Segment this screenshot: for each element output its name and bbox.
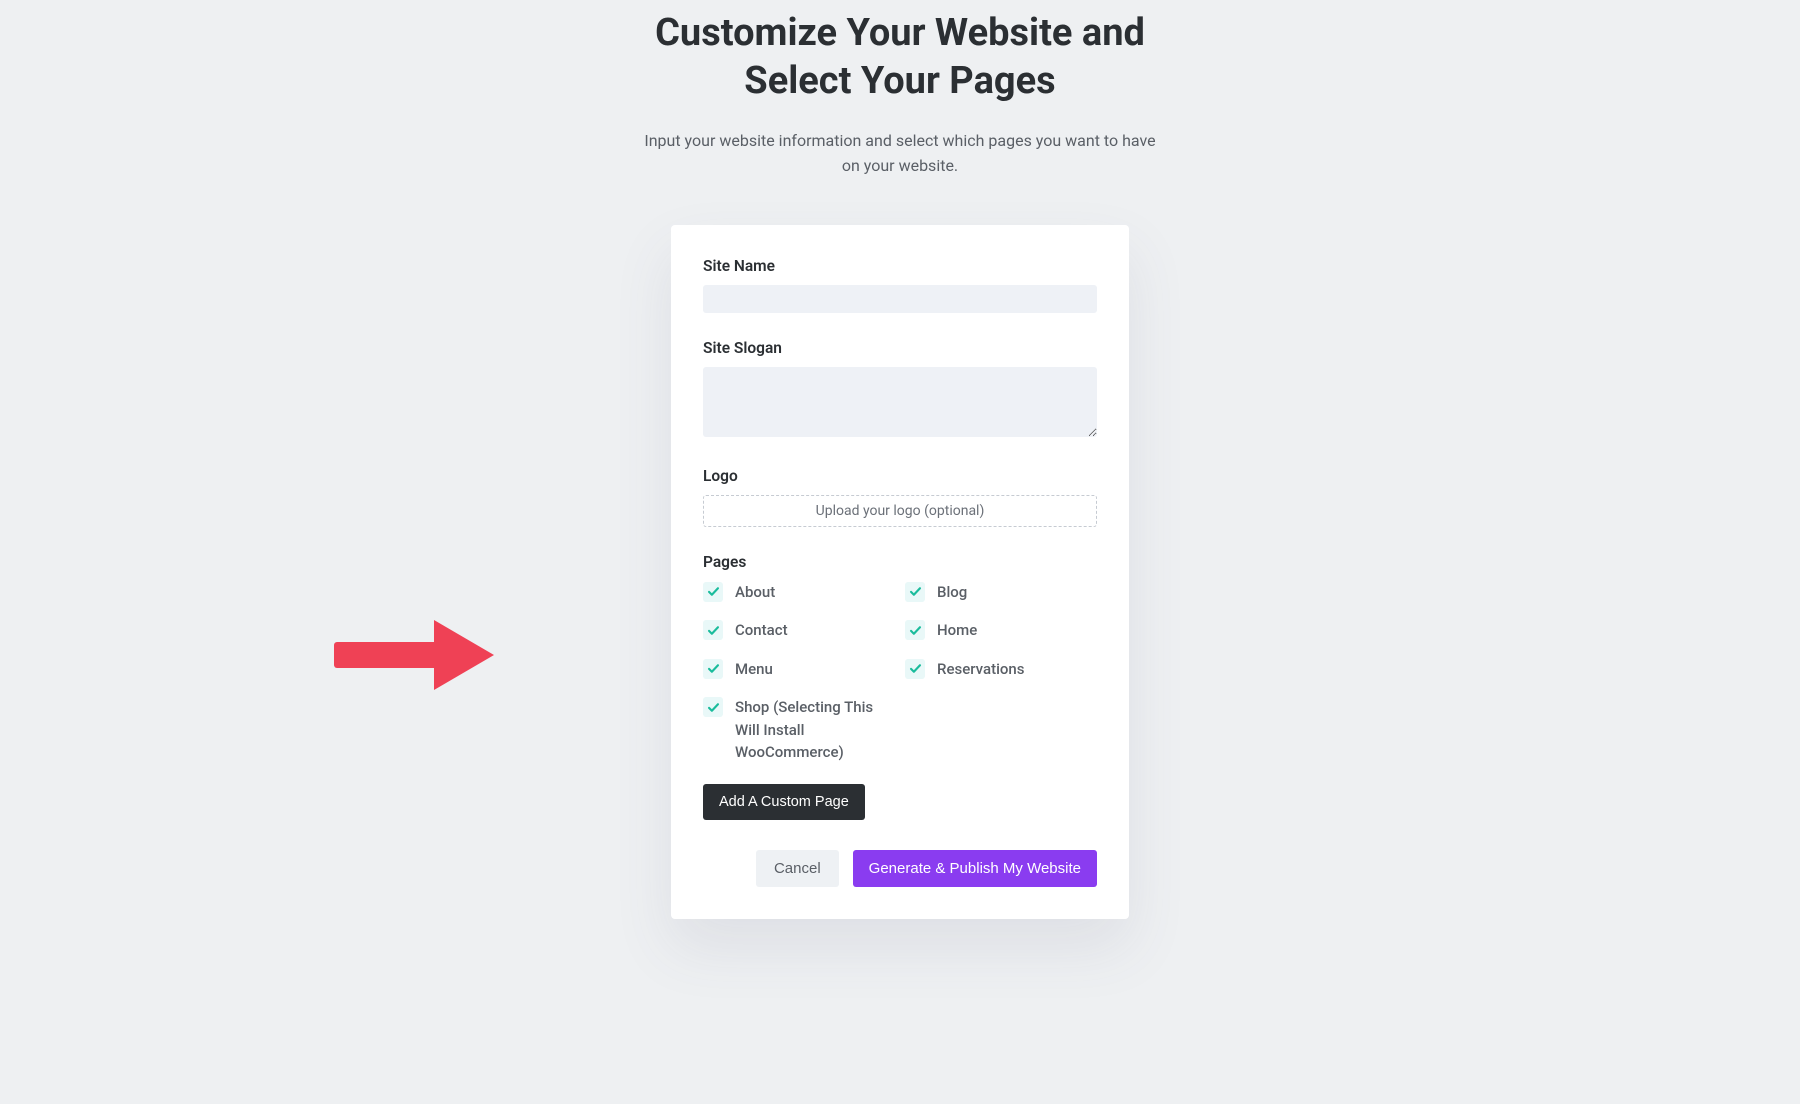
- form-card: Site Name Site Slogan Logo Upload your l…: [671, 225, 1129, 919]
- page-label-blog: Blog: [937, 581, 967, 604]
- page-title-line1: Customize Your Website and: [655, 11, 1145, 55]
- logo-upload-text: Upload your logo (optional): [816, 503, 985, 519]
- site-slogan-label: Site Slogan: [703, 339, 1097, 357]
- form-actions: Cancel Generate & Publish My Website: [703, 850, 1097, 887]
- check-icon: [909, 624, 922, 637]
- logo-field: Logo Upload your logo (optional): [703, 467, 1097, 527]
- check-icon: [707, 624, 720, 637]
- site-name-label: Site Name: [703, 257, 1097, 275]
- generate-publish-button[interactable]: Generate & Publish My Website: [853, 850, 1097, 887]
- page-item-home: Home: [905, 619, 1097, 642]
- site-name-input[interactable]: [703, 285, 1097, 313]
- logo-upload-box[interactable]: Upload your logo (optional): [703, 495, 1097, 527]
- check-icon: [909, 585, 922, 598]
- page-item-blog: Blog: [905, 581, 1097, 604]
- checkbox-contact[interactable]: [703, 620, 723, 640]
- page-label-contact: Contact: [735, 619, 788, 642]
- checkbox-menu[interactable]: [703, 659, 723, 679]
- pages-label: Pages: [703, 553, 1097, 571]
- cancel-button[interactable]: Cancel: [756, 850, 839, 887]
- check-icon: [707, 585, 720, 598]
- checkbox-shop[interactable]: [703, 697, 723, 717]
- add-custom-page-button[interactable]: Add A Custom Page: [703, 784, 865, 820]
- page-item-menu: Menu: [703, 658, 895, 681]
- checkbox-reservations[interactable]: [905, 659, 925, 679]
- page-item-about: About: [703, 581, 895, 604]
- check-icon: [909, 662, 922, 675]
- checkbox-home[interactable]: [905, 620, 925, 640]
- page-item-shop: Shop (Selecting This Will Install WooCom…: [703, 696, 895, 764]
- page-subtitle: Input your website information and selec…: [640, 129, 1160, 179]
- page-title-line2: Select Your Pages: [744, 59, 1055, 103]
- page-label-reservations: Reservations: [937, 658, 1024, 681]
- site-slogan-input[interactable]: [703, 367, 1097, 437]
- check-icon: [707, 701, 720, 714]
- site-name-field: Site Name: [703, 257, 1097, 313]
- page-item-reservations: Reservations: [905, 658, 1097, 681]
- page-item-contact: Contact: [703, 619, 895, 642]
- page-label-about: About: [735, 581, 775, 604]
- checkbox-blog[interactable]: [905, 582, 925, 602]
- page-label-menu: Menu: [735, 658, 773, 681]
- pages-field: Pages About Blog: [703, 553, 1097, 820]
- logo-label: Logo: [703, 467, 1097, 485]
- page-label-home: Home: [937, 619, 977, 642]
- check-icon: [707, 662, 720, 675]
- checkbox-about[interactable]: [703, 582, 723, 602]
- page-label-shop: Shop (Selecting This Will Install WooCom…: [735, 696, 895, 764]
- site-slogan-field: Site Slogan: [703, 339, 1097, 441]
- page-title: Customize Your Website and Select Your P…: [550, 10, 1250, 105]
- pages-grid: About Blog Contact: [703, 581, 1097, 764]
